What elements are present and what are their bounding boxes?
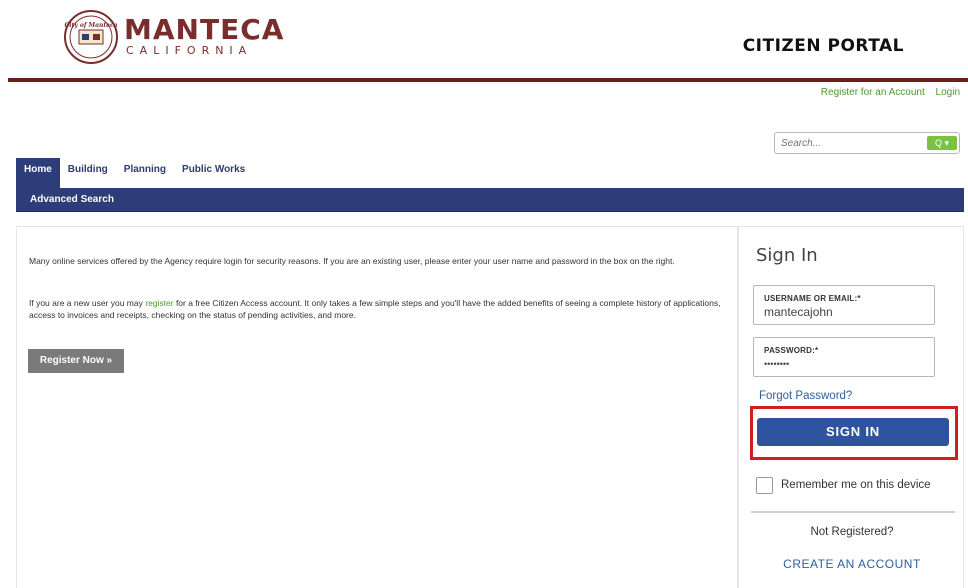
forgot-password-link[interactable]: Forgot Password? — [759, 390, 852, 402]
site-header: City of Manteca MANTECA CALIFORNIA CITIZ… — [0, 0, 968, 82]
city-seal-logo[interactable]: City of Manteca — [64, 10, 118, 64]
main-tabs: Home Building Planning Public Works — [16, 158, 253, 188]
remember-me-checkbox[interactable] — [756, 477, 773, 494]
login-link[interactable]: Login — [936, 87, 960, 98]
advanced-search-link[interactable]: Advanced Search — [16, 188, 114, 212]
sign-in-panel: Sign In USERNAME OR EMAIL:* mantecajohn … — [738, 226, 964, 588]
sign-in-button[interactable]: SIGN IN — [757, 418, 949, 446]
register-inline-link[interactable]: register — [145, 298, 173, 308]
search-icon: Q ▾ — [934, 138, 950, 148]
username-field[interactable]: USERNAME OR EMAIL:* mantecajohn — [753, 285, 935, 325]
not-registered-text: Not Registered? — [810, 526, 894, 538]
new-user-info-text: If you are a new user you may register f… — [29, 298, 729, 321]
svg-text:City of Manteca: City of Manteca — [64, 22, 117, 29]
logo-subtitle: CALIFORNIA — [126, 44, 253, 57]
tab-planning[interactable]: Planning — [116, 158, 174, 182]
new-user-text-start: If you are a new user you may — [29, 298, 146, 308]
username-value[interactable]: mantecajohn — [764, 305, 833, 319]
remember-me-label[interactable]: Remember me on this device — [781, 479, 931, 491]
header-divider — [8, 78, 968, 82]
manteca-logo[interactable]: MANTECA CALIFORNIA — [124, 16, 284, 58]
password-label: PASSWORD:* — [764, 346, 819, 355]
login-info-text: Many online services offered by the Agen… — [29, 256, 675, 266]
password-field[interactable]: PASSWORD:* •••••••• — [753, 337, 935, 377]
tab-public-works[interactable]: Public Works — [174, 158, 253, 182]
logo-wordmark: MANTECA — [124, 13, 285, 46]
search-input[interactable] — [775, 133, 921, 153]
welcome-panel: Many online services offered by the Agen… — [16, 226, 738, 588]
username-label: USERNAME OR EMAIL:* — [764, 294, 861, 303]
tab-building[interactable]: Building — [60, 158, 116, 182]
portal-title: CITIZEN PORTAL — [742, 36, 904, 56]
tab-home[interactable]: Home — [16, 158, 60, 188]
search-button[interactable]: Q ▾ — [927, 136, 957, 150]
search-box: Q ▾ — [774, 132, 960, 154]
register-now-button[interactable]: Register Now » — [28, 349, 124, 373]
password-value[interactable]: •••••••• — [764, 359, 789, 369]
register-account-link[interactable]: Register for an Account — [821, 87, 925, 98]
create-account-link[interactable]: CREATE AN ACCOUNT — [739, 557, 965, 571]
sign-in-divider — [751, 511, 955, 513]
sub-navigation: Advanced Search — [16, 188, 964, 212]
sign-in-title: Sign In — [756, 245, 818, 266]
top-links: Register for an Account Login — [813, 87, 960, 98]
